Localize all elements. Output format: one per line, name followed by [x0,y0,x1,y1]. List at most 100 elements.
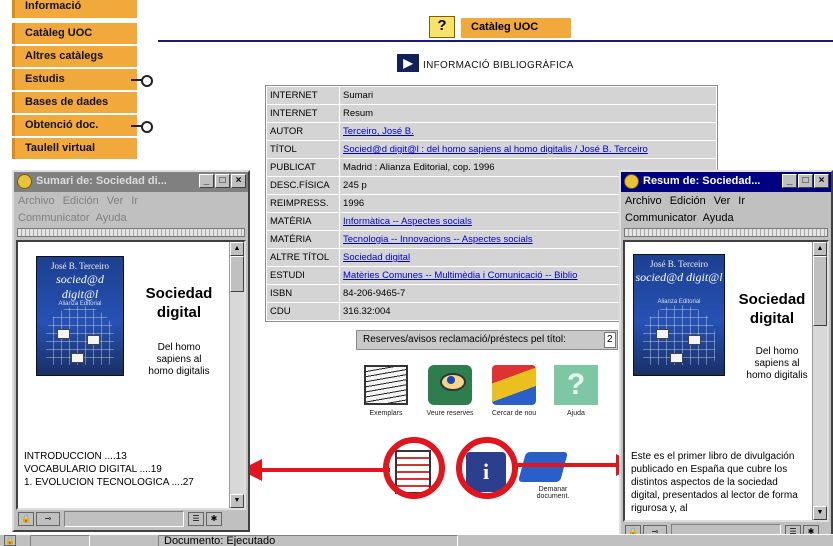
eye-icon[interactable] [428,365,472,405]
minimize-button[interactable]: _ [782,174,797,188]
field-key: MATÈRIA [267,213,339,230]
maximize-button[interactable]: □ [798,174,813,188]
menu-ir[interactable]: Ir [738,195,745,207]
navigator-icon[interactable]: ✱ [206,512,222,526]
abstract-text: Este es el primer libro de divulgación p… [631,451,798,514]
action-label: Exemplars [369,410,403,417]
toc-entry[interactable]: VOCABULARIO DIGITAL ....19 [24,463,194,476]
browser-icon [17,174,32,189]
close-button[interactable]: × [231,174,246,188]
abstract-window: Resum de: Sociedad... _ □ × Archivo Edición… [619,170,833,545]
scroll-thumb[interactable] [813,256,827,326]
cover-title: socied@d digit@l [635,270,723,284]
toolbar-tabs[interactable] [624,228,828,237]
status-field [64,511,184,527]
window-titlebar[interactable]: Resum de: Sociedad... _ □ × [621,172,831,192]
table-row: AUTOR Terceiro, José B. [267,123,716,140]
nav-item-obtencio-doc[interactable]: Obtenció doc. [12,115,153,136]
menu-edicion[interactable]: Edición [670,195,706,207]
toolbar-tabs[interactable] [17,228,245,237]
security-lock-icon[interactable]: 🔒 [4,535,16,546]
left-nav: Informació Catàleg UOC Altres catàlegs E… [12,0,153,161]
field-key: AUTOR [267,123,339,140]
link-connector-icon [131,75,153,87]
component-bar-icon[interactable]: ☰ [188,512,204,526]
reserves-label: Reserves/avisos reclamació/préstecs pel … [363,334,566,345]
cover-author: José B. Terceiro [650,259,708,269]
scroll-up-icon[interactable]: ▲ [813,242,827,256]
vertical-scrollbar[interactable]: ▲ ▼ [229,242,244,508]
table-row: INTERNET Sumari [267,87,716,104]
scroll-up-icon[interactable]: ▲ [230,242,244,256]
alt-title-link[interactable]: Sociedad digital [343,252,410,263]
window-title: Sumari de: Sociedad di... [36,175,167,187]
menu-archivo[interactable]: Archivo [625,195,662,207]
field-value: Resum [340,105,716,122]
table-row: INTERNET Resum [267,105,716,122]
subject-link[interactable]: Informàtica -- Aspectes socials [343,216,472,227]
menu-ayuda[interactable]: Ayuda [96,212,127,224]
security-lock-icon[interactable]: 🔒 [18,512,34,526]
table-row: TÍTOL Socied@d digit@l : del homo sapiens… [267,141,716,158]
abstract-content: José B. Terceiro socied@d digit@l Alianz… [623,240,829,522]
cover-author: José B. Terceiro [51,261,109,271]
field-key: ISBN [267,285,339,302]
connection-icon: ⊸ [36,512,60,526]
vertical-scrollbar[interactable]: ▲ ▼ [812,242,827,520]
nav-item-informacio[interactable]: Informació [12,0,137,18]
field-key: TÍTOL [267,141,339,158]
field-key: INTERNET [267,87,339,104]
menu-ir[interactable]: Ir [131,195,138,207]
close-button[interactable]: × [814,174,829,188]
cube-graphic [87,335,100,345]
reserves-bar: Reserves/avisos reclamació/préstecs pel … [356,330,618,350]
action-label: Veure reserves [426,410,474,417]
study-link[interactable]: Matèries Comunes -- Multimèdia i Comunic… [343,270,577,281]
help-question-icon[interactable]: ? [554,365,598,405]
scroll-thumb[interactable] [230,256,244,292]
book-subtitle: Del homo sapiens al homo digitalis [746,346,808,381]
menu-ayuda[interactable]: Ayuda [703,212,734,224]
nav-item-taulell-virtual[interactable]: Taulell virtual [12,138,137,159]
scroll-down-icon[interactable]: ▼ [230,494,244,508]
nav-item-cataleg-uoc[interactable]: Catàleg UOC [12,23,137,44]
menu-archivo[interactable]: Archivo [18,195,55,207]
nav-item-altres-catalegs[interactable]: Altres catàlegs [12,46,137,67]
menu-ver[interactable]: Ver [714,195,731,207]
menu-edicion[interactable]: Edición [63,195,99,207]
window-title: Resum de: Sociedad... [643,175,761,187]
author-link[interactable]: Terceiro, José B. [343,126,414,137]
toc-entry[interactable]: 1. EVOLUCION TECNOLOGICA ....27 [24,476,194,489]
reserves-count-field[interactable]: 2 [604,332,616,348]
title-link[interactable]: Socied@d digit@l : del homo sapiens al h… [343,144,648,155]
status-text: Documento: Ejecutado [164,535,276,546]
table-of-contents: INTRODUCCION ....13 VOCABULARIO DIGITAL … [24,450,194,489]
book-title: Sociedad digital [145,285,213,321]
maximize-button[interactable]: □ [215,174,230,188]
nav-item-estudis[interactable]: Estudis [12,69,153,90]
nav-item-label: Obtenció doc. [25,119,99,131]
menu-bar: Archivo Edición Ver Ir [14,192,248,210]
window-status-bar: 🔒 ⊸ ☰ ✱ [16,510,246,528]
nav-item-bases-de-dades[interactable]: Bases de dades [12,92,137,113]
stack-of-papers-icon[interactable] [364,365,408,405]
action-label: Ajuda [567,410,585,417]
toc-entry[interactable]: INTRODUCCION ....13 [24,450,194,463]
menu-bar-2: Communicator Ayuda [621,210,831,228]
menu-communicator[interactable]: Communicator [625,212,697,224]
help-question-icon[interactable]: ? [429,16,455,38]
arrow-left-icon [240,459,390,481]
tab-cataleg-uoc[interactable]: Catàleg UOC [461,18,571,38]
subject-link[interactable]: Tecnologia -- Innovacions -- Aspectes so… [343,234,533,245]
browser-status-bar: 🔒 Documento: Ejecutado [0,534,833,546]
window-titlebar[interactable]: Sumari de: Sociedad di... _ □ × [14,172,248,192]
field-key: ESTUDI [267,267,339,284]
book-cover-image: José B. Terceiro socied@d digit@l Alianz… [633,254,725,376]
menu-communicator[interactable]: Communicator [18,212,90,224]
cover-title: socied@d digit@l [56,272,104,301]
page-title: INFORMACIÓ BIBLIOGRÀFICA [423,60,574,71]
menu-ver[interactable]: Ver [107,195,124,207]
books-icon[interactable] [492,365,536,405]
scroll-down-icon[interactable]: ▼ [813,506,827,520]
minimize-button[interactable]: _ [199,174,214,188]
